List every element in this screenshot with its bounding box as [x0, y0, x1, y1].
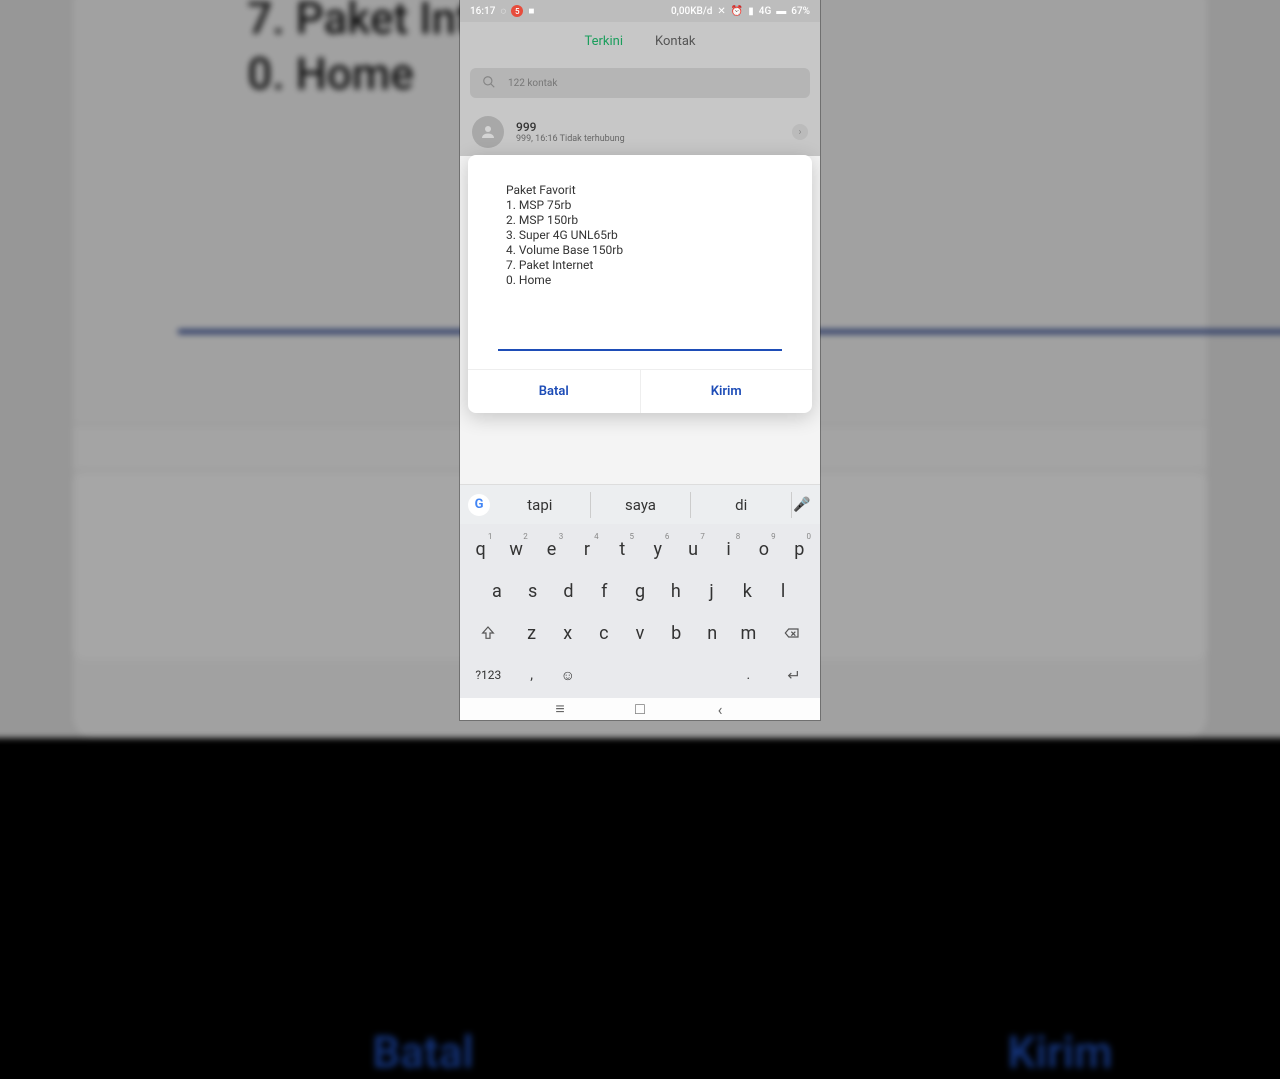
- avatar-icon: [472, 116, 504, 148]
- key-a[interactable]: a: [479, 572, 515, 610]
- alarm-icon: ⏰: [731, 6, 743, 17]
- tab-recent[interactable]: Terkini: [584, 34, 623, 49]
- key-z[interactable]: z: [514, 614, 550, 652]
- status-time: 16:17: [470, 6, 495, 17]
- send-button[interactable]: Kirim: [641, 370, 813, 413]
- key-t[interactable]: t5: [605, 530, 640, 568]
- emoji-key[interactable]: ☺: [550, 656, 586, 694]
- enter-key[interactable]: [766, 656, 817, 694]
- key-e[interactable]: e3: [534, 530, 569, 568]
- contact-name: 999: [516, 120, 808, 134]
- space-key[interactable]: [586, 656, 730, 694]
- key-g[interactable]: g: [622, 572, 658, 610]
- search-input[interactable]: 122 kontak: [470, 68, 810, 98]
- dialog-input[interactable]: [498, 333, 782, 351]
- key-h[interactable]: h: [658, 572, 694, 610]
- tab-bar: Terkini Kontak: [460, 22, 820, 60]
- search-icon: [482, 74, 496, 93]
- bg-send-label: Kirim: [1008, 1028, 1113, 1079]
- key-u[interactable]: u7: [675, 530, 710, 568]
- period-key[interactable]: .: [730, 656, 766, 694]
- suggestion-3[interactable]: di: [691, 492, 792, 518]
- dnd-icon: ✕: [717, 6, 725, 17]
- key-v[interactable]: v: [622, 614, 658, 652]
- google-icon[interactable]: [468, 494, 490, 516]
- key-r[interactable]: r4: [569, 530, 604, 568]
- comma-key[interactable]: ,: [514, 656, 550, 694]
- nav-bar: ≡ □ ‹: [460, 698, 820, 720]
- nav-home[interactable]: □: [632, 701, 648, 717]
- key-m[interactable]: m: [730, 614, 766, 652]
- tab-contacts[interactable]: Kontak: [655, 34, 696, 49]
- net-speed: 0,00KB/d: [671, 6, 712, 17]
- key-k[interactable]: k: [729, 572, 765, 610]
- notification-badge-icon: 5: [511, 5, 523, 17]
- soft-keyboard: tapi saya di 🎤 q1w2e3r4t5y6u7i8o9p0 asdf…: [460, 484, 820, 698]
- key-b[interactable]: b: [658, 614, 694, 652]
- symbols-key[interactable]: ?123: [463, 656, 514, 694]
- key-c[interactable]: c: [586, 614, 622, 652]
- key-j[interactable]: j: [694, 572, 730, 610]
- key-p[interactable]: p0: [782, 530, 817, 568]
- suggestion-1[interactable]: tapi: [490, 492, 591, 518]
- key-w[interactable]: w2: [498, 530, 533, 568]
- bg-cancel-label: Batal: [372, 1028, 474, 1079]
- notification-dot-icon: ◌: [500, 6, 506, 17]
- shift-key[interactable]: [463, 614, 514, 652]
- backspace-key[interactable]: [766, 614, 817, 652]
- key-x[interactable]: x: [550, 614, 586, 652]
- key-i[interactable]: i8: [711, 530, 746, 568]
- video-icon: ■: [528, 6, 534, 17]
- key-s[interactable]: s: [515, 572, 551, 610]
- network-type: 4G: [759, 6, 772, 17]
- key-n[interactable]: n: [694, 614, 730, 652]
- ussd-dialog: Paket Favorit 1. MSP 75rb 2. MSP 150rb 3…: [468, 155, 812, 413]
- key-f[interactable]: f: [586, 572, 622, 610]
- battery-percent: 67%: [791, 6, 810, 17]
- phone-frame: 16:17 ◌ 5 ■ 0,00KB/d ✕ ⏰ ▮ 4G ▬ 67% Terk…: [460, 0, 820, 720]
- search-placeholder: 122 kontak: [508, 78, 557, 89]
- status-bar: 16:17 ◌ 5 ■ 0,00KB/d ✕ ⏰ ▮ 4G ▬ 67%: [460, 0, 820, 22]
- key-y[interactable]: y6: [640, 530, 675, 568]
- nav-recents[interactable]: ≡: [552, 701, 568, 717]
- cancel-button[interactable]: Batal: [468, 370, 641, 413]
- key-l[interactable]: l: [765, 572, 801, 610]
- key-d[interactable]: d: [551, 572, 587, 610]
- key-q[interactable]: q1: [463, 530, 498, 568]
- battery-icon: ▬: [776, 6, 786, 17]
- signal-icon: ▮: [748, 6, 754, 17]
- suggestion-2[interactable]: saya: [591, 492, 692, 518]
- chevron-right-icon[interactable]: ›: [792, 124, 808, 140]
- mic-icon[interactable]: 🎤: [792, 497, 812, 513]
- nav-back[interactable]: ‹: [712, 701, 728, 717]
- contact-subtitle: 999, 16:16 Tidak terhubung: [516, 134, 808, 144]
- recent-call-item[interactable]: 999 999, 16:16 Tidak terhubung ›: [460, 108, 820, 156]
- dialog-message: Paket Favorit 1. MSP 75rb 2. MSP 150rb 3…: [468, 183, 812, 333]
- key-o[interactable]: o9: [746, 530, 781, 568]
